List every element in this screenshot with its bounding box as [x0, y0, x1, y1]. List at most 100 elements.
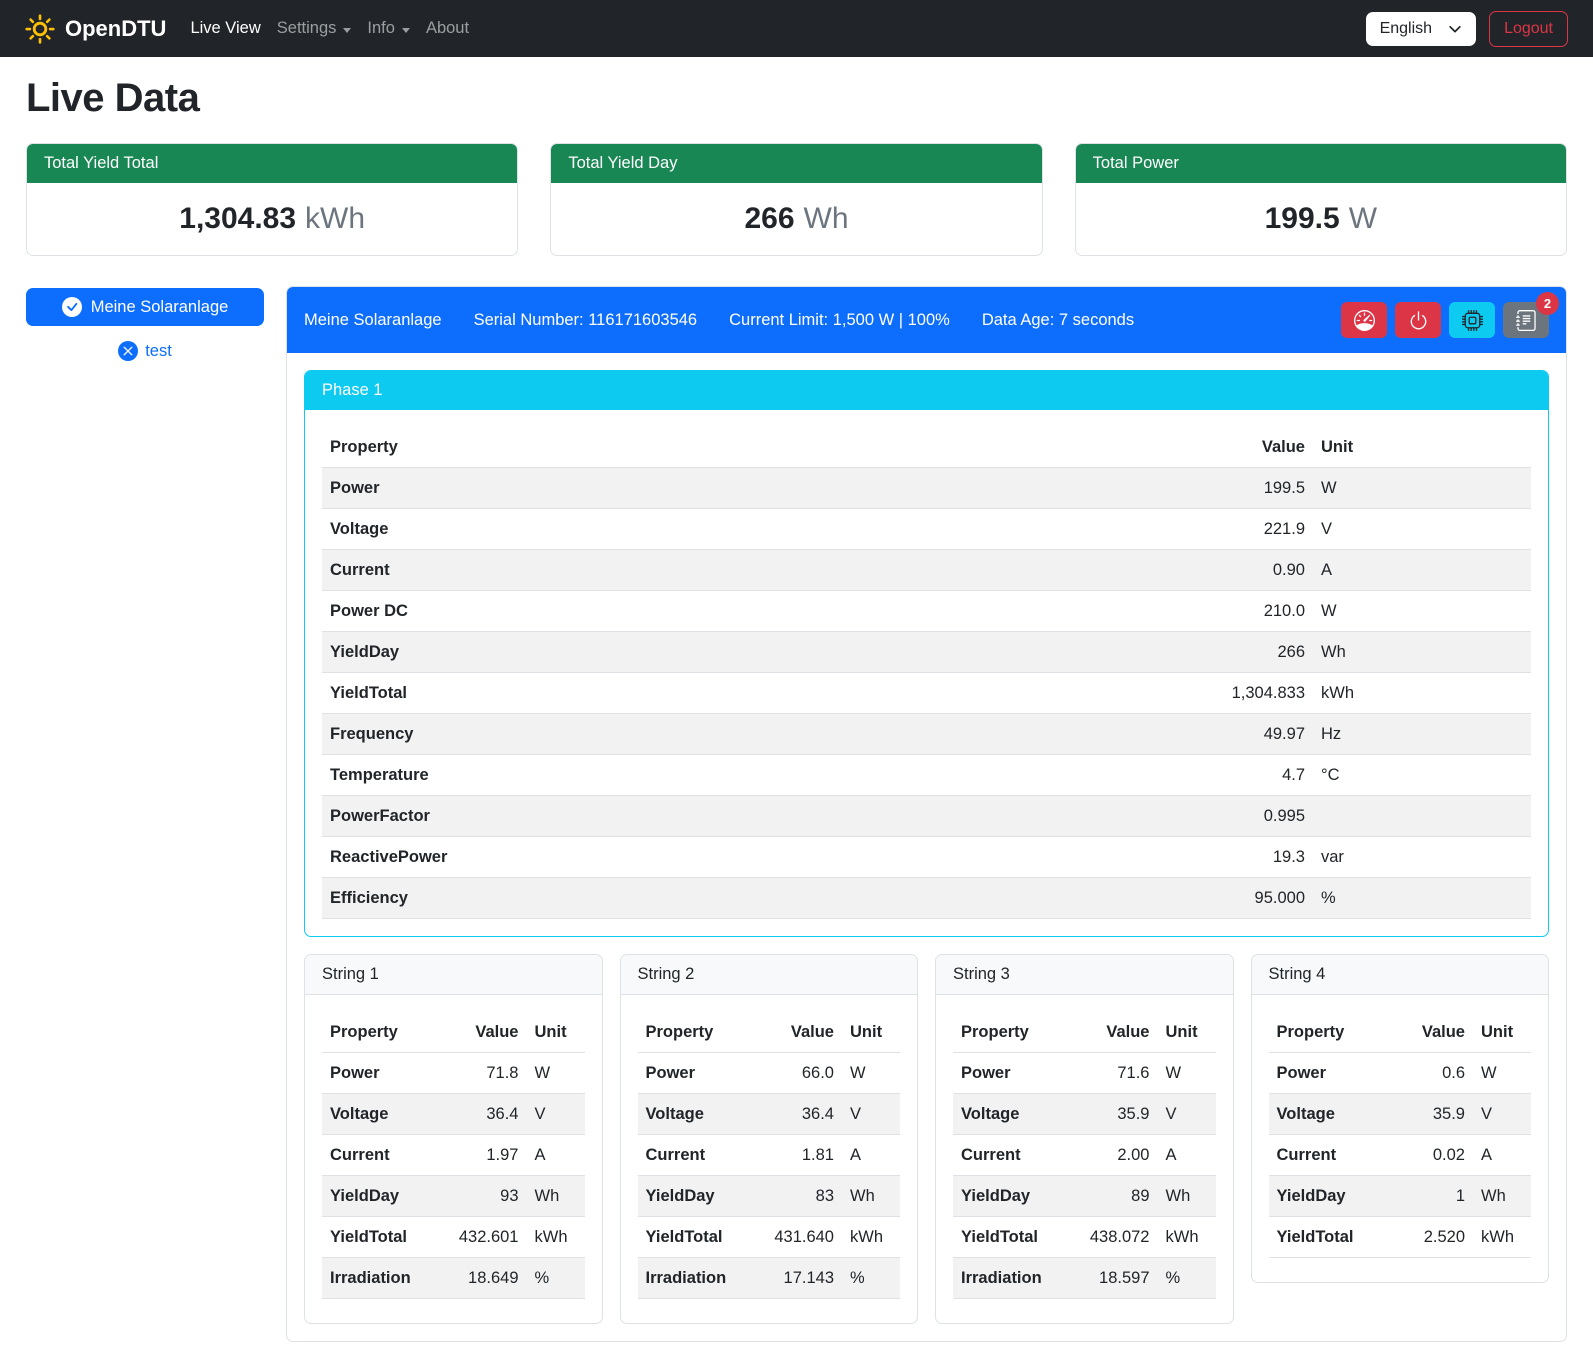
unit-cell: % — [1158, 1258, 1216, 1299]
nav-item-settings[interactable]: Settings — [269, 11, 360, 46]
unit-cell: V — [1313, 509, 1531, 550]
column-header-property: Property — [1269, 1012, 1380, 1053]
inverter-limit: Current Limit: 1,500 W | 100% — [729, 311, 950, 330]
limit-settings-button[interactable] — [1341, 302, 1387, 338]
value-cell: 0.02 — [1379, 1135, 1473, 1176]
property-cell: YieldDay — [322, 1176, 433, 1217]
column-header-unit: Unit — [527, 1012, 585, 1053]
value-cell: 71.8 — [433, 1053, 527, 1094]
language-select[interactable]: English — [1366, 12, 1476, 46]
value-cell: 19.3 — [1201, 837, 1313, 878]
property-cell: ReactivePower — [322, 837, 1201, 878]
column-header-property: Property — [322, 427, 1201, 468]
table-row: Current2.00A — [953, 1135, 1216, 1176]
power-button[interactable] — [1395, 302, 1441, 338]
inverter-inactive-item[interactable]: test — [118, 341, 172, 361]
unit-cell: % — [1313, 878, 1531, 919]
value-cell: 221.9 — [1201, 509, 1313, 550]
device-info-button[interactable] — [1449, 302, 1495, 338]
column-header-unit: Unit — [1473, 1012, 1531, 1053]
column-header-value: Value — [1064, 1012, 1158, 1053]
summary-card-total-yield-total: Total Yield Total 1,304.83 kWh — [26, 143, 518, 256]
table-row: Frequency49.97Hz — [322, 714, 1531, 755]
nav-item-live-view[interactable]: Live View — [182, 11, 268, 46]
table-row: Voltage221.9V — [322, 509, 1531, 550]
value-cell: 438.072 — [1064, 1217, 1158, 1258]
column-header-property: Property — [638, 1012, 749, 1053]
property-cell: YieldTotal — [322, 1217, 433, 1258]
value-cell: 36.4 — [748, 1094, 842, 1135]
property-cell: YieldDay — [1269, 1176, 1380, 1217]
summary-card-body: 266Wh — [551, 183, 1041, 255]
value-cell: 71.6 — [1064, 1053, 1158, 1094]
inverter-selected-button[interactable]: Meine Solaranlage — [26, 288, 264, 326]
power-icon — [1408, 310, 1429, 331]
property-cell: Current — [953, 1135, 1064, 1176]
summary-card-title: Total Yield Total — [27, 144, 517, 183]
unit-cell: W — [1313, 591, 1531, 632]
nav-item-info[interactable]: Info — [359, 11, 418, 46]
unit-cell: V — [1158, 1094, 1216, 1135]
column-header-unit: Unit — [1158, 1012, 1216, 1053]
unit-cell: % — [527, 1258, 585, 1299]
summary-unit: kWh — [305, 202, 365, 235]
page-container: Live Data Total Yield Total 1,304.83kWh … — [0, 57, 1593, 1370]
unit-cell: kWh — [1158, 1217, 1216, 1258]
value-cell: 95.000 — [1201, 878, 1313, 919]
unit-cell: Wh — [527, 1176, 585, 1217]
content-row: Meine Solaranlage test Meine Solaranlage… — [26, 286, 1567, 1342]
unit-cell: W — [842, 1053, 900, 1094]
property-cell: Voltage — [322, 509, 1201, 550]
value-cell: 432.601 — [433, 1217, 527, 1258]
nav-links: Live View Settings Info About — [182, 11, 477, 46]
property-cell: Irradiation — [638, 1258, 749, 1299]
unit-cell: Wh — [1473, 1176, 1531, 1217]
phase-table: Property Value Unit Power199.5WVoltage22… — [322, 427, 1531, 919]
phase-card: Phase 1 Property Value Unit Power199.5WV… — [304, 370, 1549, 937]
property-cell: YieldDay — [953, 1176, 1064, 1217]
table-row: YieldTotal438.072kWh — [953, 1217, 1216, 1258]
summary-card-total-power: Total Power 199.5W — [1075, 143, 1567, 256]
table-row: Power0.6W — [1269, 1053, 1532, 1094]
value-cell: 4.7 — [1201, 755, 1313, 796]
summary-value: 1,304.83 — [179, 202, 296, 235]
nav-item-about[interactable]: About — [418, 11, 477, 46]
table-row: YieldTotal1,304.833kWh — [322, 673, 1531, 714]
table-row: YieldDay93Wh — [322, 1176, 585, 1217]
navbar: OpenDTU Live View Settings Info About En… — [0, 0, 1593, 57]
summary-card-body: 199.5W — [1076, 183, 1566, 255]
unit-cell: V — [527, 1094, 585, 1135]
summary-unit: Wh — [804, 202, 849, 235]
value-cell: 93 — [433, 1176, 527, 1217]
column-header-unit: Unit — [842, 1012, 900, 1053]
brand[interactable]: OpenDTU — [25, 14, 166, 44]
string-table: Property Value Unit Power71.6WVoltage35.… — [953, 1012, 1216, 1299]
string-card-2: String 2 Property Value Unit — [620, 954, 919, 1324]
string-card-3: String 3 Property Value Unit — [935, 954, 1234, 1324]
summary-card-title: Total Yield Day — [551, 144, 1041, 183]
event-count-badge: 2 — [1536, 292, 1559, 315]
language-select-value: English — [1380, 20, 1432, 38]
unit-cell: Wh — [1158, 1176, 1216, 1217]
summary-row: Total Yield Total 1,304.83 kWh Total Yiel… — [26, 143, 1567, 256]
table-header-row: Property Value Unit — [953, 1012, 1216, 1053]
string-table: Property Value Unit Power66.0WVoltage36.… — [638, 1012, 901, 1299]
table-row: Temperature4.7°C — [322, 755, 1531, 796]
property-cell: Current — [322, 550, 1201, 591]
unit-cell: kWh — [527, 1217, 585, 1258]
value-cell: 0.6 — [1379, 1053, 1473, 1094]
value-cell: 1,304.833 — [1201, 673, 1313, 714]
table-row: Efficiency95.000% — [322, 878, 1531, 919]
property-cell: Power — [638, 1053, 749, 1094]
event-log-button[interactable]: 2 — [1503, 302, 1549, 338]
value-cell: 0.995 — [1201, 796, 1313, 837]
logout-button[interactable]: Logout — [1489, 11, 1568, 47]
inverter-selected-label: Meine Solaranlage — [91, 298, 229, 317]
string-card-title: String 1 — [305, 955, 602, 995]
table-row: YieldTotal432.601kWh — [322, 1217, 585, 1258]
string-card-title: String 4 — [1252, 955, 1549, 995]
value-cell: 18.597 — [1064, 1258, 1158, 1299]
table-row: YieldTotal431.640kWh — [638, 1217, 901, 1258]
chevron-down-icon — [1448, 22, 1462, 36]
unit-cell: var — [1313, 837, 1531, 878]
